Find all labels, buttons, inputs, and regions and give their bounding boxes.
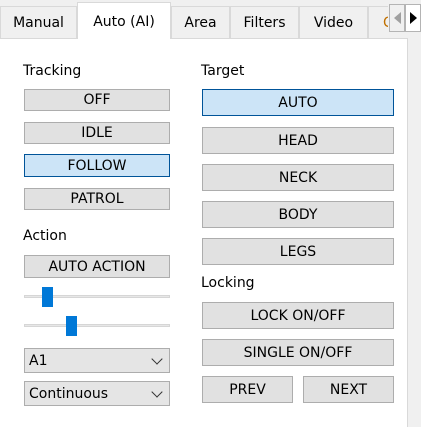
tab-auto-ai[interactable]: Auto (AI) (77, 2, 171, 39)
target-neck-button[interactable]: NECK (202, 164, 394, 191)
prev-button[interactable]: PREV (202, 376, 293, 403)
auto-action-button[interactable]: AUTO ACTION (24, 255, 170, 278)
single-toggle-button[interactable]: SINGLE ON/OFF (202, 339, 394, 366)
action-slider-1[interactable] (24, 287, 170, 307)
tracking-off-button[interactable]: OFF (24, 89, 170, 111)
triangle-left-icon (393, 12, 401, 24)
action-slider-2[interactable] (24, 316, 170, 336)
tab-video[interactable]: Video (299, 6, 368, 38)
target-legs-button[interactable]: LEGS (202, 238, 394, 265)
lock-toggle-button[interactable]: LOCK ON/OFF (202, 302, 394, 329)
tracking-patrol-button[interactable]: PATROL (24, 188, 170, 210)
tracking-label: Tracking (23, 63, 82, 79)
action-select-1[interactable]: A1 (24, 348, 170, 373)
slider-thumb[interactable] (66, 316, 77, 336)
action-select-1-value: A1 (29, 352, 48, 369)
tracking-idle-button[interactable]: IDLE (24, 122, 170, 144)
chevron-down-icon (151, 386, 163, 398)
locking-label: Locking (201, 275, 255, 291)
tab-manual[interactable]: Manual (0, 6, 77, 38)
tab-filters[interactable]: Filters (230, 6, 299, 38)
action-select-2-value: Continuous (29, 385, 109, 402)
tracking-follow-button[interactable]: FOLLOW (24, 154, 170, 177)
target-head-button[interactable]: HEAD (202, 127, 394, 154)
action-label: Action (23, 228, 67, 244)
tab-area[interactable]: Area (171, 6, 230, 38)
action-select-2[interactable]: Continuous (24, 381, 170, 406)
target-label: Target (201, 63, 245, 79)
target-auto-button[interactable]: AUTO (202, 89, 394, 116)
target-body-button[interactable]: BODY (202, 201, 394, 228)
tab-strip: Manual Auto (AI) Area Filters Video C (0, 0, 421, 40)
next-button[interactable]: NEXT (303, 376, 394, 403)
slider-thumb[interactable] (42, 287, 53, 307)
triangle-right-icon (409, 12, 417, 24)
tab-clipped[interactable]: C (368, 6, 388, 38)
auto-ai-panel: Tracking OFF IDLE FOLLOW PATROL Action A… (0, 38, 408, 427)
tab-scroll-right-button[interactable] (405, 4, 421, 32)
slider-track (24, 324, 170, 327)
chevron-down-icon (151, 353, 163, 365)
tab-scroll-left-button[interactable] (389, 4, 405, 32)
